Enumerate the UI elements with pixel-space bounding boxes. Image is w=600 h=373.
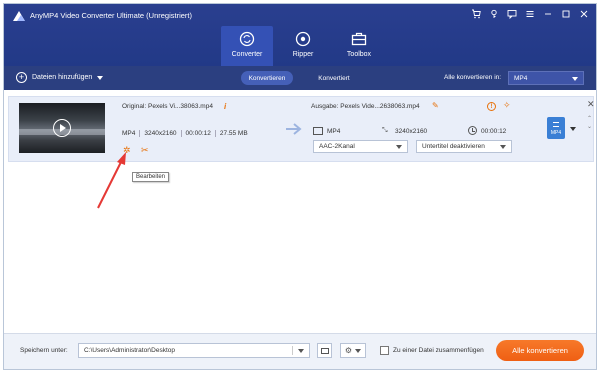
original-filename: Original: Pexels Vi...38063.mp4: [122, 103, 213, 110]
source-metadata: MP4 3240x2160 00:00:12 27.55 MB: [122, 130, 252, 137]
source-resolution: 3240x2160: [140, 130, 182, 137]
video-format-icon: [313, 127, 323, 135]
convert-all-to-label: Alle konvertieren in:: [444, 74, 502, 81]
tab-label: Toolbox: [346, 51, 372, 58]
arrow-right-icon: [286, 123, 302, 135]
toolbar: + Dateien hinzufügen Konvertieren Konver…: [4, 66, 596, 90]
source-size: 27.55 MB: [219, 130, 248, 137]
output-format: MP4: [327, 128, 341, 135]
output-format-badge[interactable]: MP4: [547, 117, 565, 139]
tab-label: Converter: [231, 51, 263, 58]
format-badge-label: MP4: [550, 130, 562, 136]
app-logo-icon: [13, 11, 25, 21]
info-icon[interactable]: i: [224, 102, 226, 111]
add-files-label: Dateien hinzufügen: [32, 74, 93, 81]
audio-track-select[interactable]: AAC-2Kanal: [313, 140, 408, 153]
chevron-down-icon: [355, 348, 362, 353]
resolution-icon: ⤡: [382, 127, 388, 134]
convert-all-format-select[interactable]: MP4: [508, 71, 584, 85]
open-folder-button[interactable]: [317, 343, 332, 358]
minimize-icon[interactable]: [542, 8, 554, 20]
subtitle-select[interactable]: Untertitel deaktivieren: [416, 140, 512, 153]
save-path-field[interactable]: C:\Users\Administrator\Desktop: [78, 343, 310, 358]
warning-icon[interactable]: !: [487, 102, 496, 111]
tab-label: Ripper: [292, 51, 314, 58]
tab-converter[interactable]: Converter: [221, 26, 273, 66]
footer: Speichern unter: C:\Users\Administrator\…: [4, 333, 596, 369]
chevron-down-icon: [298, 349, 304, 353]
folder-icon: [320, 347, 329, 354]
save-path-value: C:\Users\Administrator\Desktop: [84, 347, 176, 354]
maximize-icon[interactable]: [560, 8, 572, 20]
merge-label: Zu einer Datei zusammenfügen: [393, 347, 484, 354]
menu-icon[interactable]: [524, 8, 536, 20]
edit-tooltip: Bearbeiten: [132, 172, 170, 182]
source-format: MP4: [122, 130, 141, 137]
add-files-button[interactable]: + Dateien hinzufügen: [16, 72, 104, 83]
output-resolution: 3240x2160: [395, 128, 428, 135]
chevron-down-icon[interactable]: [570, 127, 576, 131]
save-to-label: Speichern unter:: [20, 347, 68, 354]
gear-icon: ⚙: [344, 346, 353, 355]
chevron-down-icon: [97, 75, 104, 80]
app-window: AnyMP4 Video Converter Ultimate (Unregis…: [3, 3, 597, 370]
tab-ripper[interactable]: Ripper: [277, 26, 329, 66]
merge-checkbox[interactable]: [380, 346, 389, 355]
clock-icon: [468, 126, 477, 135]
rename-pen-icon[interactable]: ✎: [432, 101, 439, 110]
window-controls: [470, 8, 590, 20]
convert-all-button[interactable]: Alle konvertieren: [496, 340, 584, 361]
divider: [292, 346, 293, 355]
tab-converted[interactable]: Konvertiert: [310, 71, 358, 85]
sparkle-icon[interactable]: ✧: [503, 100, 511, 111]
header: AnyMP4 Video Converter Ultimate (Unregis…: [4, 4, 596, 66]
remove-file-icon[interactable]: ✕: [587, 99, 595, 110]
audio-track-value: AAC-2Kanal: [319, 143, 355, 150]
format-select-value: MP4: [514, 74, 528, 82]
ripper-icon: [295, 31, 311, 47]
output-duration: 00:00:12: [481, 128, 507, 135]
chevron-down-icon: [396, 145, 402, 149]
subtitle-value: Untertitel deaktivieren: [422, 143, 485, 150]
close-window-icon[interactable]: [578, 8, 590, 20]
main-tabs: Converter Ripper Toolbox: [221, 26, 389, 66]
format-badge-icon: [553, 122, 559, 127]
annotation-arrow-icon: [97, 152, 126, 209]
key-icon[interactable]: [488, 8, 500, 20]
source-duration: 00:00:12: [182, 130, 216, 137]
output-filename: Ausgabe: Pexels Vide...2638063.mp4: [311, 103, 420, 110]
feedback-icon[interactable]: [506, 8, 518, 20]
converter-icon: [239, 31, 255, 47]
toolbox-icon: [351, 32, 367, 46]
chevron-down-icon: [572, 77, 578, 81]
tab-toolbox[interactable]: Toolbox: [333, 26, 385, 66]
app-title: AnyMP4 Video Converter Ultimate (Unregis…: [30, 11, 193, 20]
chevron-down-icon: [500, 145, 506, 149]
tab-converting[interactable]: Konvertieren: [241, 71, 293, 85]
move-up-icon[interactable]: ⌃: [587, 115, 592, 122]
settings-button[interactable]: ⚙: [340, 343, 366, 358]
scissors-icon[interactable]: ✂: [141, 145, 151, 155]
play-icon[interactable]: [53, 119, 71, 137]
plus-icon: +: [16, 72, 27, 83]
cart-icon[interactable]: [470, 8, 482, 20]
move-down-icon[interactable]: ⌄: [587, 123, 592, 130]
video-thumbnail[interactable]: [19, 103, 105, 153]
